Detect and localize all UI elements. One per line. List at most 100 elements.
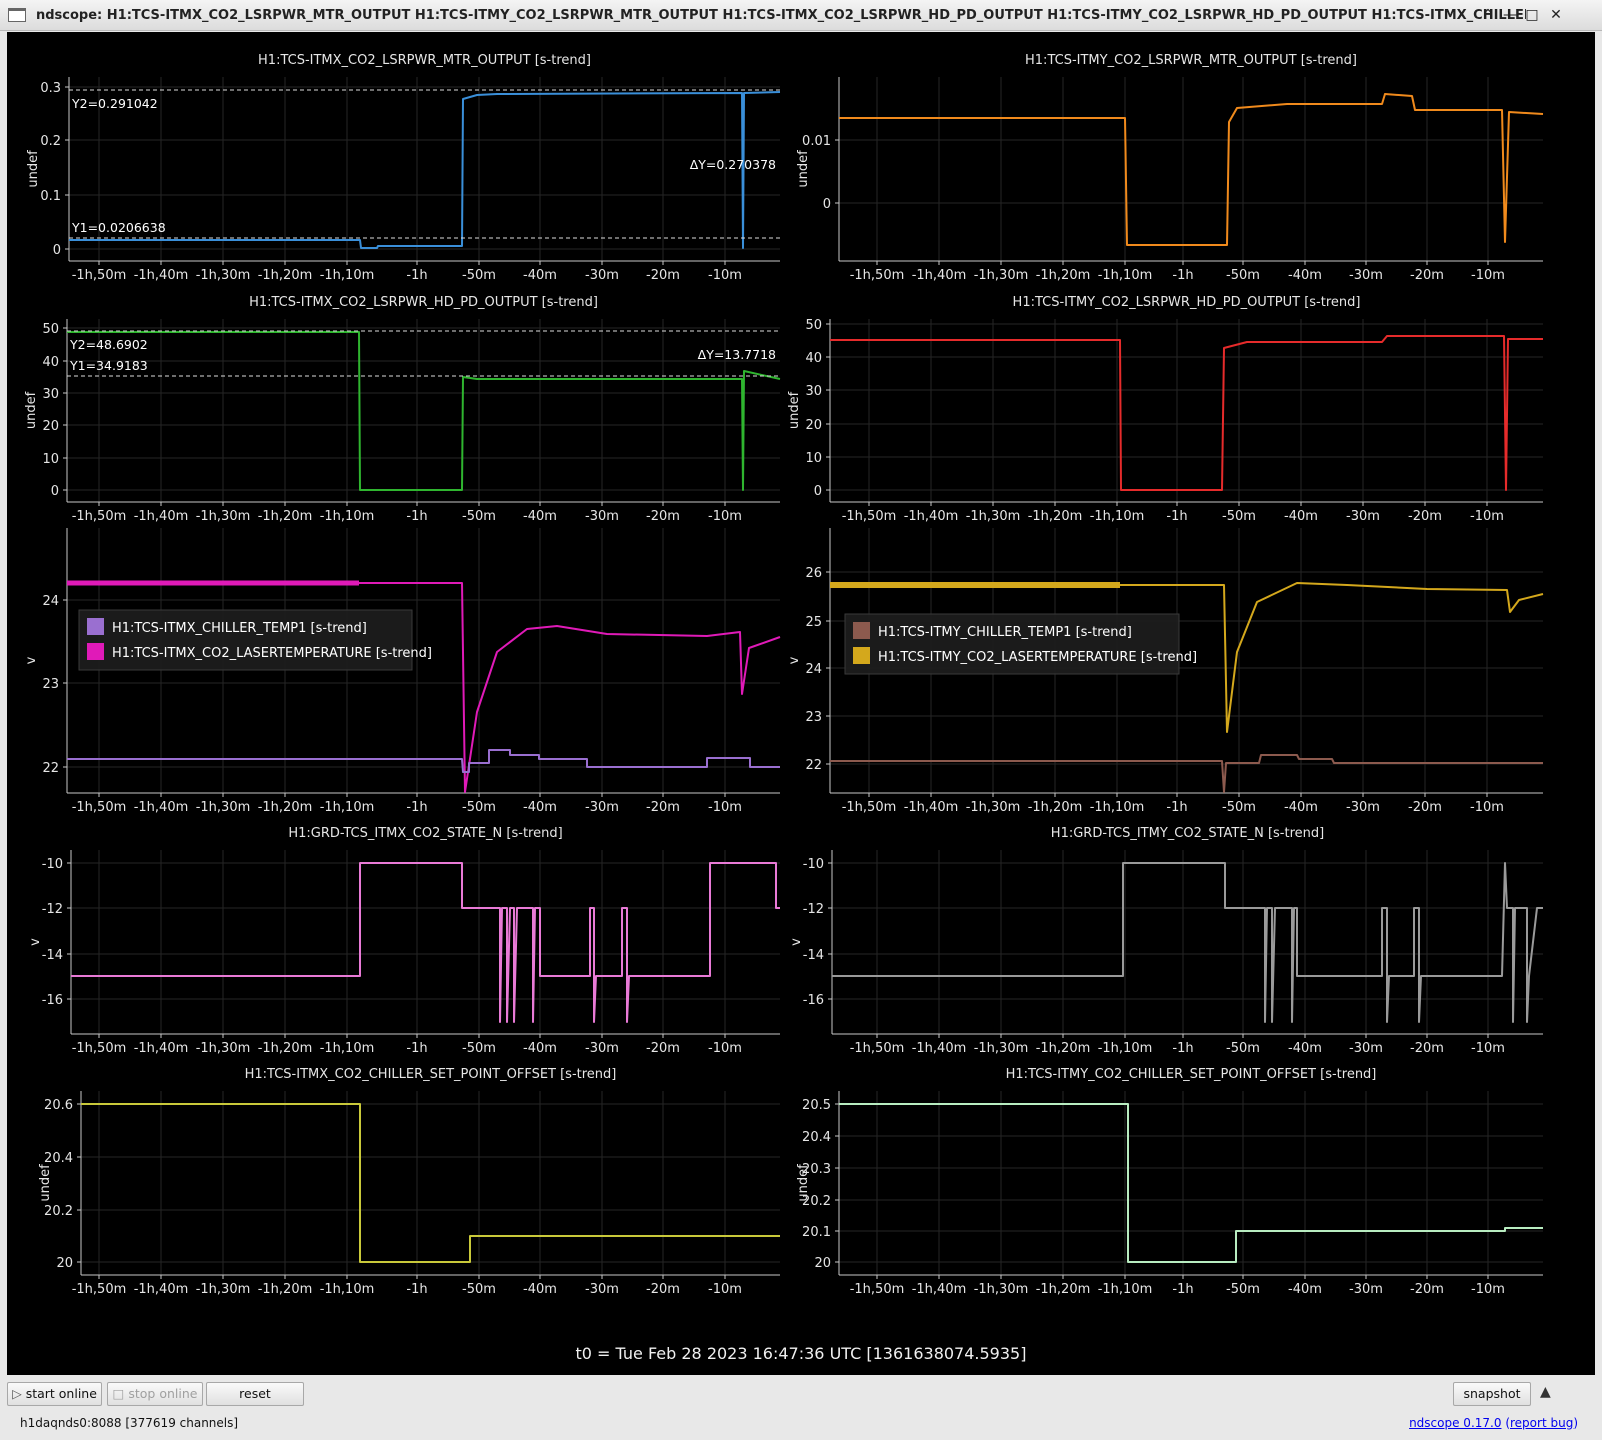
cursor-y2-label: Y2=0.291042: [71, 96, 158, 111]
y-tick-label: 26: [805, 566, 822, 581]
x-tick-label: -1h,40m: [912, 268, 967, 283]
x-tick-label: -1h: [406, 1282, 427, 1297]
x-tick-label: -40m: [523, 1041, 557, 1056]
start-online-button[interactable]: ▷ start online: [7, 1382, 102, 1406]
trace-line: [71, 862, 780, 1023]
plots-canvas[interactable]: H1:TCS-ITMX_CO2_LSRPWR_MTR_OUTPUT [s-tre…: [7, 32, 1595, 1342]
x-tick-label: -1h,30m: [196, 1282, 251, 1297]
x-tick-label: -1h,40m: [134, 800, 189, 815]
reset-button[interactable]: reset: [206, 1382, 304, 1406]
plot-panel-3[interactable]: H1:TCS-ITMX_CO2_LSRPWR_HD_PD_OUTPUT [s-t…: [24, 295, 781, 524]
maximize-icon[interactable]: □: [1522, 5, 1542, 25]
x-tick-label: -10m: [1470, 800, 1504, 815]
window-icon: [8, 8, 26, 22]
version-link[interactable]: ndscope 0.17.0: [1409, 1416, 1501, 1430]
plot-panel-5[interactable]: v 24 23 22 -1h,50m -1h,40m -1h,30m -1h,20m -1h,1…: [24, 528, 781, 815]
start-online-label: start online: [25, 1386, 97, 1401]
y-tick-label: 20: [814, 1256, 831, 1271]
chevron-up-icon[interactable]: ▲: [1540, 1384, 1551, 1400]
y-tick-label: 0: [51, 484, 59, 499]
snapshot-button[interactable]: snapshot: [1453, 1382, 1531, 1406]
y-tick-label: -14: [42, 948, 63, 963]
y-axis-label: v: [787, 656, 802, 664]
y-tick-label: 20.4: [44, 1151, 73, 1166]
x-tick-label: -30m: [585, 268, 619, 283]
play-icon: ▷: [12, 1386, 22, 1401]
x-tick-label: -1h: [1172, 268, 1193, 283]
y-tick-label: 10: [42, 452, 59, 467]
window-title: ndscope: H1:TCS-ITMX_CO2_LSRPWR_MTR_OUTP…: [36, 7, 1526, 23]
plot-panel-9[interactable]: H1:TCS-ITMX_CO2_CHILLER_SET_POINT_OFFSET…: [38, 1067, 780, 1297]
report-suffix: ): [1573, 1416, 1578, 1430]
plot-panel-8[interactable]: H1:GRD-TCS_ITMY_CO2_STATE_N [s-trend] v -1…: [789, 826, 1543, 1056]
minimize-icon[interactable]: —: [1500, 5, 1520, 25]
x-tick-label: -30m: [585, 1282, 619, 1297]
x-tick-label: -1h,50m: [72, 800, 127, 815]
plot-panel-6[interactable]: v2625242322-1h,50m -1h,40m -1h,30m -1h,20m -…: [787, 528, 1544, 815]
x-tick-label: -1h,20m: [258, 800, 313, 815]
x-tick-label: -1h: [1166, 509, 1187, 524]
y-tick-label: 30: [42, 387, 59, 402]
stop-online-button[interactable]: □ stop online: [107, 1382, 203, 1406]
x-tick-label: -1h,20m: [258, 268, 313, 283]
x-tick-label: -1h: [406, 800, 427, 815]
plot-title: H1:TCS-ITMY_CO2_LSRPWR_MTR_OUTPUT [s-tre…: [1025, 53, 1357, 68]
plot-panel-10[interactable]: H1:TCS-ITMY_CO2_CHILLER_SET_POINT_OFFSET…: [796, 1067, 1543, 1297]
y-axis-label: undef: [787, 391, 802, 429]
trace-line: [81, 1103, 780, 1263]
y-tick-label: 24: [805, 662, 822, 677]
x-tick-label: -30m: [1346, 509, 1380, 524]
cursor-y1-label: Y1=0.0206638: [71, 220, 166, 235]
y-tick-label: 24: [42, 594, 59, 609]
x-tick-label: -40m: [523, 800, 557, 815]
trace-line: [839, 93, 1544, 246]
x-tick-label: -1h,20m: [1036, 268, 1091, 283]
x-tick-label: -1h,50m: [850, 1041, 905, 1056]
y-axis-label: undef: [796, 150, 811, 188]
x-tick-label: -20m: [1408, 800, 1442, 815]
trace-line: [830, 335, 1543, 491]
x-tick-label: -1h,10m: [320, 509, 375, 524]
plot-area[interactable]: H1:TCS-ITMX_CO2_LSRPWR_MTR_OUTPUT [s-tre…: [7, 32, 1595, 1375]
plot-title: H1:TCS-ITMX_CO2_CHILLER_SET_POINT_OFFSET…: [245, 1067, 617, 1082]
x-tick-label: -40m: [523, 1282, 557, 1297]
plot-panel-4[interactable]: H1:TCS-ITMY_CO2_LSRPWR_HD_PD_OUTPUT [s-t…: [787, 295, 1543, 524]
x-tick-label: -1h,30m: [974, 1282, 1029, 1297]
x-tick-label: -50m: [1226, 1041, 1260, 1056]
y-tick-label: 20.5: [802, 1098, 831, 1113]
status-bar: h1daqnds0:8088 [377619 channels] ndscope…: [0, 1408, 1602, 1440]
y-tick-label: 20.1: [802, 1225, 831, 1240]
trace-line: [67, 749, 780, 773]
plot-panel-2[interactable]: H1:TCS-ITMY_CO2_LSRPWR_MTR_OUTPUT [s-tre…: [796, 53, 1544, 283]
close-icon[interactable]: ✕: [1546, 5, 1566, 25]
x-tick-label: -10m: [708, 1282, 742, 1297]
x-tick-label: -20m: [646, 800, 680, 815]
legend-label: H1:TCS-ITMX_CO2_LASERTEMPERATURE [s-tren…: [112, 646, 432, 661]
y-tick-label: 20.2: [802, 1194, 831, 1209]
x-tick-label: -20m: [1410, 1041, 1444, 1056]
x-tick-label: -1h,30m: [974, 1041, 1029, 1056]
x-tick-label: -1h,50m: [842, 509, 897, 524]
x-tick-label: -50m: [1226, 268, 1260, 283]
x-tick-label: -40m: [1288, 1282, 1322, 1297]
plot-title: H1:GRD-TCS_ITMY_CO2_STATE_N [s-trend]: [1051, 826, 1324, 841]
x-tick-label: -1h,50m: [72, 1041, 127, 1056]
y-tick-label: 0.01: [802, 134, 831, 149]
x-tick-label: -10m: [1471, 268, 1505, 283]
x-tick-label: -1h,40m: [904, 800, 959, 815]
plot-panel-7[interactable]: H1:GRD-TCS_ITMX_CO2_STATE_N [s-trend] v -1…: [28, 826, 780, 1056]
stop-online-label: stop online: [128, 1386, 198, 1401]
x-tick-label: -10m: [708, 509, 742, 524]
y-axis-label: undef: [24, 391, 39, 429]
plot-panel-1[interactable]: H1:TCS-ITMX_CO2_LSRPWR_MTR_OUTPUT [s-tre…: [26, 53, 781, 283]
chevron-up-icon[interactable]: ⌃: [1478, 5, 1498, 25]
trace-line: [67, 331, 781, 491]
x-tick-label: -20m: [646, 509, 680, 524]
report-bug-link[interactable]: report bug: [1510, 1416, 1573, 1430]
x-tick-label: -50m: [1222, 800, 1256, 815]
x-tick-label: -10m: [708, 800, 742, 815]
y-tick-label: 0: [53, 243, 61, 258]
x-tick-label: -1h: [1172, 1282, 1193, 1297]
y-tick-label: 20: [805, 418, 822, 433]
toolbar: ▷ start online □ stop online reset snaps…: [0, 1376, 1602, 1406]
